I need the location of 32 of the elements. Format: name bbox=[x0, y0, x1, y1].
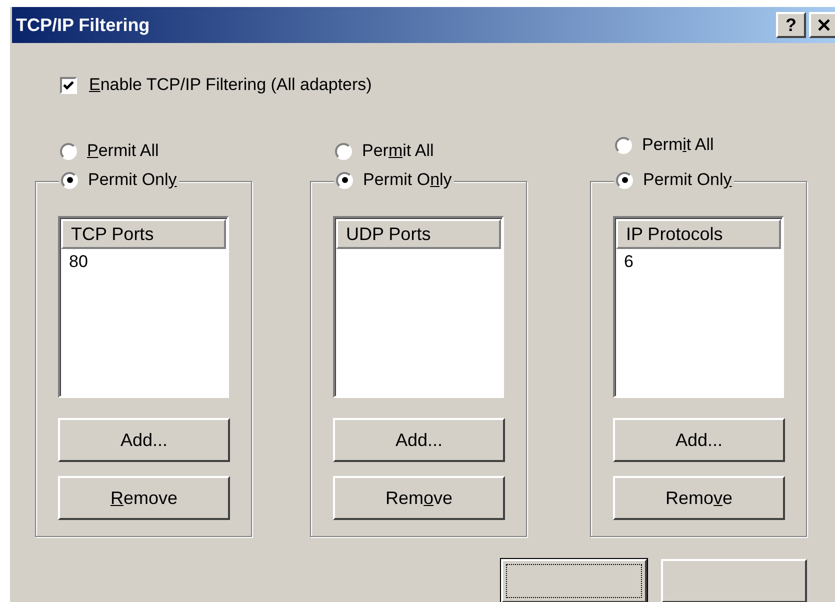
list-box[interactable]: UDP Ports bbox=[333, 216, 504, 398]
window-title: TCP/IP Filtering bbox=[16, 14, 150, 36]
radio-button[interactable] bbox=[616, 172, 633, 188]
check-icon bbox=[62, 78, 75, 92]
column-header[interactable]: UDP Ports bbox=[336, 219, 501, 249]
radio-button[interactable] bbox=[335, 142, 352, 160]
radio-button[interactable] bbox=[336, 172, 353, 188]
list-box[interactable]: TCP Ports 80 bbox=[58, 216, 229, 398]
checkbox[interactable] bbox=[60, 76, 77, 94]
radio-button[interactable] bbox=[60, 142, 77, 160]
add-button[interactable]: Add... bbox=[58, 418, 230, 462]
dialog-button[interactable] bbox=[661, 559, 807, 602]
column-header[interactable]: TCP Ports bbox=[61, 219, 226, 249]
close-icon bbox=[818, 19, 830, 31]
remove-button[interactable]: Remove bbox=[58, 476, 230, 520]
remove-button[interactable]: Remove bbox=[333, 476, 505, 520]
radio-button[interactable] bbox=[615, 136, 632, 154]
add-button[interactable]: Add... bbox=[333, 418, 505, 462]
help-button[interactable]: ? bbox=[776, 12, 806, 38]
remove-button[interactable]: Remove bbox=[613, 476, 785, 520]
add-button[interactable]: Add... bbox=[613, 418, 785, 462]
permit-only-radio[interactable]: Permit Only bbox=[334, 170, 454, 190]
close-button[interactable] bbox=[809, 12, 835, 38]
list-item[interactable]: 80 bbox=[61, 249, 226, 275]
column-header[interactable]: IP Protocols bbox=[616, 219, 781, 249]
dialog-button[interactable] bbox=[501, 559, 647, 602]
enable-filtering-checkbox[interactable]: Enable TCP/IP Filtering (All adapters) bbox=[60, 75, 835, 95]
permit-only-radio[interactable]: Permit Only bbox=[59, 170, 179, 190]
list-box[interactable]: IP Protocols 6 bbox=[613, 216, 784, 398]
list-item[interactable]: 6 bbox=[616, 249, 781, 275]
permit-only-radio[interactable]: Permit Only bbox=[614, 170, 734, 190]
radio-button[interactable] bbox=[61, 172, 78, 188]
